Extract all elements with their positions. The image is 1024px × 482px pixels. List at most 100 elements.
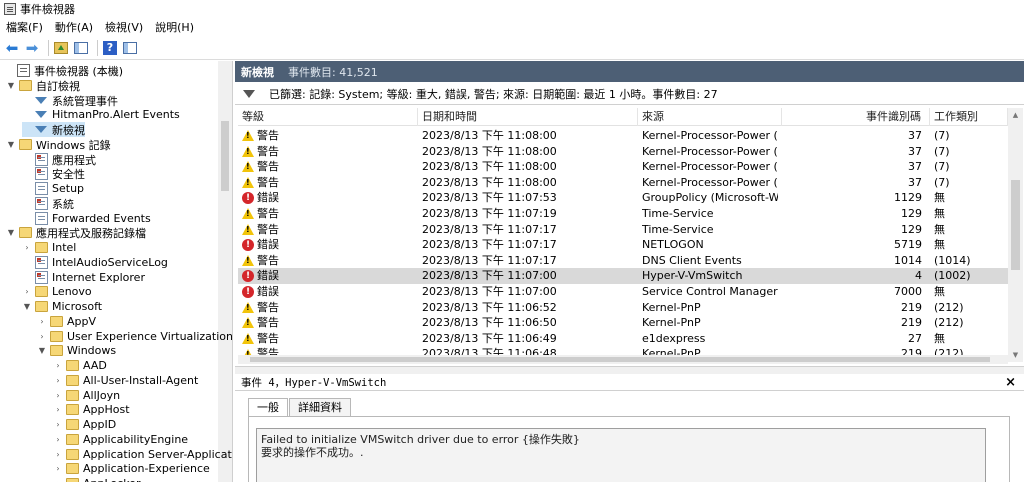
column-event-id[interactable]: 事件識別碼 <box>782 108 930 126</box>
filter-icon <box>35 126 47 133</box>
collapsed-chevron-icon[interactable]: › <box>53 464 63 473</box>
tree-node[interactable]: › All-User-Install-Agent <box>53 373 198 388</box>
event-count: 事件數目: 41,521 <box>288 65 378 79</box>
close-icon[interactable]: × <box>1005 374 1016 391</box>
collapsed-chevron-icon[interactable]: › <box>53 435 63 444</box>
help-button[interactable]: ? <box>102 40 118 56</box>
collapsed-chevron-icon[interactable]: › <box>53 376 63 385</box>
collapsed-chevron-icon[interactable]: › <box>22 243 32 252</box>
tab-details[interactable]: 詳細資料 <box>289 398 351 416</box>
detail-tabs: 一般 詳細資料 <box>248 398 352 417</box>
tree-node[interactable]: 系統 <box>22 196 74 211</box>
tree-node[interactable]: ▼ Microsoft <box>22 299 102 314</box>
tree-node[interactable]: Setup <box>22 181 84 196</box>
expanded-chevron-icon[interactable]: ▼ <box>22 302 32 311</box>
tree-node[interactable]: 安全性 <box>22 166 85 181</box>
tree-node[interactable]: 事件檢視器 (本機) <box>4 63 123 78</box>
menu-view[interactable]: 檢視(V) <box>105 19 143 35</box>
collapsed-chevron-icon[interactable]: › <box>22 287 32 296</box>
show-action-pane-button[interactable] <box>122 40 138 56</box>
pane-splitter[interactable] <box>235 366 1024 374</box>
tree-node[interactable]: › AppHost <box>53 402 130 417</box>
tree-node[interactable]: ▼ 自訂檢視 <box>6 78 80 93</box>
table-row[interactable]: 警告 2023/8/13 下午 11:06:52 Kernel-PnP 219 (212… <box>238 300 1008 316</box>
cell-source: Kernel-Processor-Power (Mi... <box>642 129 778 142</box>
tree-scrollbar[interactable] <box>218 61 232 482</box>
column-source[interactable]: 來源 <box>638 108 782 126</box>
menu-file[interactable]: 檔案(F) <box>6 19 43 35</box>
tree-node[interactable]: 系統管理事件 <box>22 93 118 108</box>
toolbar-separator <box>97 39 98 56</box>
table-row[interactable]: 警告 2023/8/13 下午 11:07:19 Time-Service 129 無 <box>238 206 1008 222</box>
table-row[interactable]: ! 錯誤 2023/8/13 下午 11:07:00 Service Control … <box>238 284 1008 300</box>
table-row[interactable]: 警告 2023/8/13 下午 11:08:00 Kernel-Processor-… <box>238 128 1008 144</box>
tree-node[interactable]: IntelAudioServiceLog <box>22 255 168 270</box>
tree-node[interactable]: ▼ 應用程式及服務記錄檔 <box>6 225 146 240</box>
table-row[interactable]: 警告 2023/8/13 下午 11:08:00 Kernel-Processor-… <box>238 144 1008 160</box>
table-row[interactable]: 警告 2023/8/13 下午 11:06:49 e1dexpress 27 無 <box>238 331 1008 347</box>
tree-node[interactable]: › AppV <box>37 314 96 329</box>
expanded-chevron-icon[interactable]: ▼ <box>6 81 16 90</box>
tree-node[interactable]: › Lenovo <box>22 284 91 299</box>
column-level[interactable]: 等級 <box>238 108 418 126</box>
expanded-chevron-icon[interactable]: ▼ <box>37 346 47 355</box>
tree-node[interactable]: ▼ Windows 記錄 <box>6 137 111 152</box>
collapsed-chevron-icon[interactable]: › <box>53 405 63 414</box>
events-scrollbar-thumb[interactable] <box>1011 180 1020 270</box>
tree-node[interactable]: ›AppLocker <box>53 476 140 482</box>
tree-node[interactable]: 新檢視 <box>22 122 85 137</box>
column-task-category[interactable]: 工作類別 <box>930 108 1008 126</box>
events-horizontal-scrollbar[interactable] <box>238 355 1008 364</box>
tree-node[interactable]: › AAD <box>53 358 106 373</box>
tab-general[interactable]: 一般 <box>248 398 288 417</box>
tree-node[interactable]: › AllJoyn <box>53 388 120 403</box>
menu-action[interactable]: 動作(A) <box>55 19 93 35</box>
back-button[interactable]: ⬅ <box>4 40 20 56</box>
cell-datetime: 2023/8/13 下午 11:07:00 <box>422 285 557 298</box>
level-label: 警告 <box>257 175 279 189</box>
table-row[interactable]: 警告 2023/8/13 下午 11:08:00 Kernel-Processor-… <box>238 159 1008 175</box>
table-row[interactable]: 警告 2023/8/13 下午 11:07:17 Time-Service 129 無 <box>238 222 1008 238</box>
tree-node[interactable]: Internet Explorer <box>22 270 145 285</box>
up-level-button[interactable] <box>53 40 69 56</box>
expanded-chevron-icon[interactable]: ▼ <box>6 228 16 237</box>
tree-node[interactable]: › ApplicabilityEngine <box>53 432 188 447</box>
scroll-down-icon[interactable]: ▼ <box>1008 348 1023 362</box>
tree-node-label: Microsoft <box>52 300 103 313</box>
events-hscrollbar-thumb[interactable] <box>250 357 990 362</box>
table-row[interactable]: 警告 2023/8/13 下午 11:06:50 Kernel-PnP 219 (212… <box>238 315 1008 331</box>
tree-node[interactable]: › User Experience Virtualization <box>37 329 232 344</box>
table-row[interactable]: 警告 2023/8/13 下午 11:07:17 DNS Client Events… <box>238 253 1008 269</box>
tree-node[interactable]: › Application Server-Applications <box>53 447 232 462</box>
menu-help[interactable]: 說明(H) <box>155 19 194 35</box>
cell-datetime: 2023/8/13 下午 11:07:53 <box>422 191 557 205</box>
tree-node[interactable]: › Application-Experience <box>53 461 209 476</box>
tree-node[interactable]: › AppID <box>53 417 116 432</box>
collapsed-chevron-icon[interactable]: › <box>53 391 63 400</box>
show-hide-tree-button[interactable] <box>73 40 89 56</box>
table-row[interactable]: ! 錯誤 2023/8/13 下午 11:07:00 Hyper-V-VmSwitch… <box>238 268 1008 284</box>
events-vertical-scrollbar[interactable]: ▲ ▼ <box>1008 108 1023 362</box>
collapsed-chevron-icon[interactable]: › <box>53 420 63 429</box>
tree-node[interactable]: HitmanPro.Alert Events <box>22 107 180 122</box>
column-datetime[interactable]: 日期和時間 <box>418 108 638 126</box>
table-row[interactable]: ! 錯誤 2023/8/13 下午 11:07:53 GroupPolicy (Mic… <box>238 190 1008 206</box>
collapsed-chevron-icon[interactable]: › <box>37 332 47 341</box>
expanded-chevron-icon[interactable]: ▼ <box>6 140 16 149</box>
tree-node[interactable]: ▼ Windows <box>37 343 116 358</box>
forward-button[interactable]: ➡ <box>24 40 40 56</box>
table-row[interactable]: ! 錯誤 2023/8/13 下午 11:07:17 NETLOGON 5719 無 <box>238 237 1008 253</box>
tree-node-label: AppHost <box>83 403 130 416</box>
collapsed-chevron-icon[interactable]: › <box>53 450 63 459</box>
table-row[interactable]: 警告 2023/8/13 下午 11:08:00 Kernel-Processor-… <box>238 175 1008 191</box>
tree-scrollbar-thumb[interactable] <box>221 121 229 191</box>
cell-source: DNS Client Events <box>642 253 742 267</box>
scroll-up-icon[interactable]: ▲ <box>1008 108 1023 122</box>
tree-node[interactable]: › Intel <box>22 240 76 255</box>
cell-level: ! 錯誤 <box>238 237 418 253</box>
collapsed-chevron-icon[interactable]: › <box>53 361 63 370</box>
collapsed-chevron-icon[interactable]: › <box>37 317 47 326</box>
event-message[interactable]: Failed to initialize VMSwitch driver due… <box>256 428 986 482</box>
cell-task: 無 <box>934 331 945 345</box>
table-row[interactable]: 警告 2023/8/13 下午 11:06:48 Kernel-PnP 219 (212… <box>238 346 1008 355</box>
